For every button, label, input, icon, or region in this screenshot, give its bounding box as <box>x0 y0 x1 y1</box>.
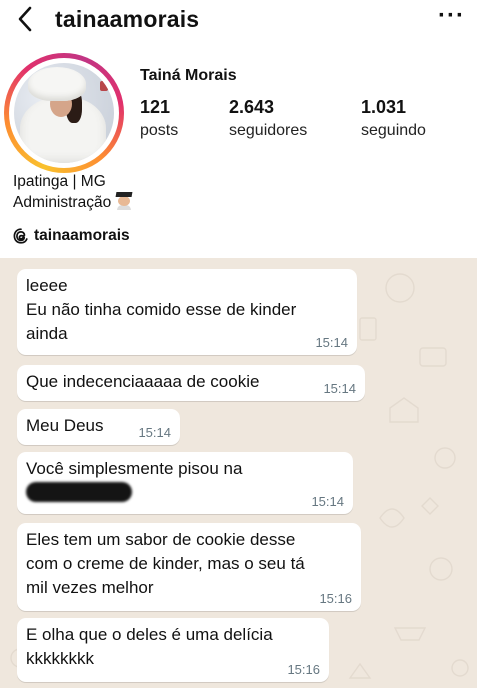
message-text-line: E olha que o deles é uma delícia <box>26 625 273 644</box>
bio-occupation: Administração <box>13 194 112 211</box>
threads-handle: tainaamorais <box>34 227 130 244</box>
message-time: 15:14 <box>311 494 344 509</box>
message-time: 15:14 <box>323 381 356 396</box>
redacted-text <box>26 482 132 502</box>
message-time: 15:16 <box>287 662 320 677</box>
bio: Ipatinga | MG Administração <box>13 171 133 213</box>
chevron-left-icon <box>18 6 32 32</box>
profile-username-title: tainaamorais <box>55 6 200 32</box>
bio-location: Ipatinga | MG <box>13 173 106 190</box>
followers-label: seguidores <box>229 122 308 139</box>
message-text-line: Eu não tinha comido esse de kinder <box>26 300 297 319</box>
message-time: 15:14 <box>315 335 348 350</box>
avatar <box>14 63 114 163</box>
posts-label: posts <box>140 122 179 139</box>
message-bubble[interactable]: leeee Eu não tinha comido esse de kinder… <box>17 269 357 355</box>
message-text-line: Eles tem um sabor de cookie desse <box>26 530 296 549</box>
followers-count: 2.643 <box>229 97 275 117</box>
message-bubble[interactable]: Meu Deus 15:14 <box>17 409 180 445</box>
more-options-button[interactable]: ··· <box>438 2 465 30</box>
message-text-line: com o creme de kinder, mas o seu tá <box>26 554 305 573</box>
bio-occupation-line: Administração <box>13 192 133 213</box>
following-label: seguindo <box>361 122 426 139</box>
message-bubble[interactable]: Eles tem um sabor de cookie desse com o … <box>17 523 361 611</box>
threads-link[interactable]: tainaamorais <box>13 227 130 245</box>
message-text-line: Que indecenciaaaaa de cookie <box>26 372 260 391</box>
message-time: 15:14 <box>138 425 171 440</box>
posts-count: 121 <box>140 97 171 117</box>
message-text-line-redacted <box>26 481 343 505</box>
threads-icon <box>13 228 28 244</box>
avatar-story-ring[interactable] <box>4 53 124 173</box>
message-text-line: Você simplesmente pisou na <box>26 459 243 478</box>
back-button[interactable] <box>10 4 40 34</box>
message-text-line: leeee <box>26 276 68 295</box>
posts-stat[interactable]: 121 posts <box>140 97 178 140</box>
message-text-line: kkkkkkkk <box>26 649 94 668</box>
message-bubble[interactable]: Que indecenciaaaaa de cookie 15:14 <box>17 365 365 401</box>
graduate-emoji-icon <box>115 192 133 210</box>
message-bubble[interactable]: Você simplesmente pisou na 15:14 <box>17 452 353 514</box>
profile-header: tainaamorais ··· Tainá Morais 121 posts … <box>0 0 477 258</box>
following-count: 1.031 <box>361 97 407 117</box>
message-text-line: ainda <box>26 324 68 343</box>
chat-area[interactable]: leeee Eu não tinha comido esse de kinder… <box>0 258 477 688</box>
message-bubble[interactable]: E olha que o deles é uma delícia kkkkkkk… <box>17 618 329 682</box>
display-name: Tainá Morais <box>140 67 237 84</box>
followers-stat[interactable]: 2.643 seguidores <box>229 97 307 140</box>
following-stat[interactable]: 1.031 seguindo <box>361 97 426 140</box>
message-text-line: mil vezes melhor <box>26 578 154 597</box>
message-time: 15:16 <box>319 591 352 606</box>
top-bar: tainaamorais ··· <box>0 0 477 44</box>
